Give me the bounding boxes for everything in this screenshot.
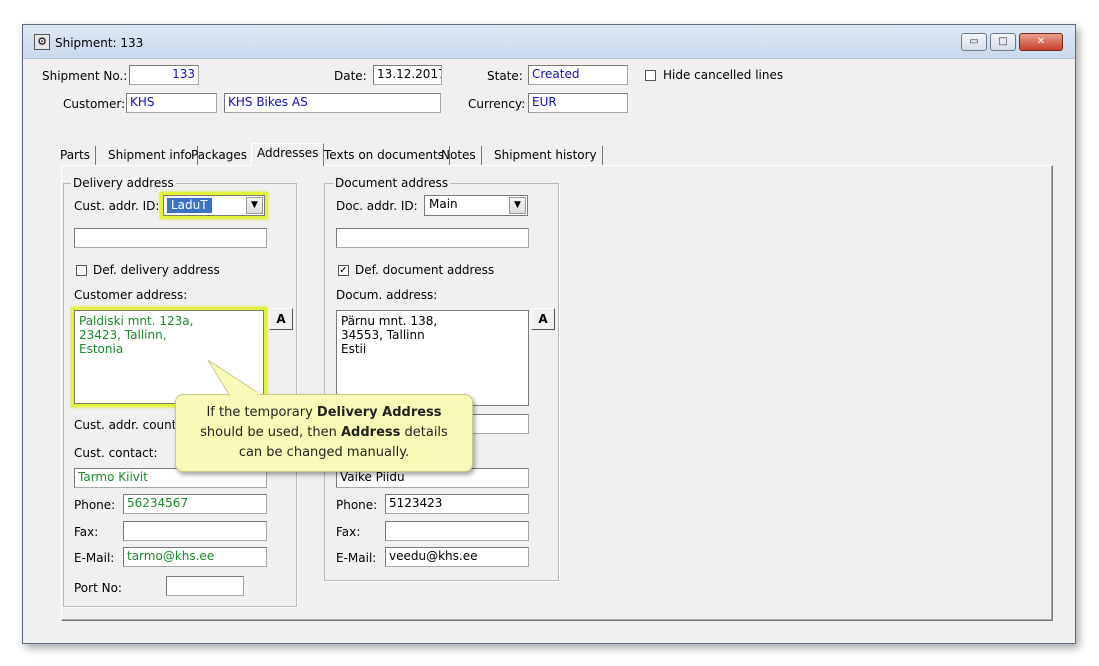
- document-phone-label: Phone:: [336, 498, 378, 512]
- cust-contact-label: Cust. contact:: [74, 446, 158, 460]
- port-no-field[interactable]: [166, 576, 244, 596]
- def-delivery-label: Def. delivery address: [93, 263, 220, 277]
- chevron-down-icon[interactable]: ▼: [509, 197, 526, 214]
- delivery-email-field[interactable]: tarmo@khs.ee: [123, 547, 267, 567]
- tab-packages[interactable]: Packages: [186, 146, 253, 166]
- callout-text: should be used, then: [200, 425, 341, 440]
- callout-bold-text: Delivery Address: [316, 405, 442, 420]
- tab-addresses[interactable]: Addresses: [251, 143, 325, 166]
- delivery-address-a-button[interactable]: A: [269, 308, 293, 330]
- document-fax-field[interactable]: [385, 521, 529, 541]
- delivery-fax-field[interactable]: [123, 521, 267, 541]
- def-document-checkbox[interactable]: ✓: [338, 265, 349, 276]
- callout-pointer: [207, 359, 262, 397]
- def-delivery-checkbox[interactable]: [76, 265, 87, 276]
- port-no-label: Port No:: [74, 581, 122, 595]
- customer-label: Customer:: [63, 97, 126, 111]
- delivery-extra-field[interactable]: [74, 228, 267, 248]
- currency-field[interactable]: EUR: [528, 93, 628, 113]
- document-extra-field[interactable]: [336, 228, 529, 248]
- close-button[interactable]: ✕: [1019, 33, 1063, 51]
- app-icon: ⚙: [34, 34, 50, 50]
- date-label: Date:: [334, 69, 367, 83]
- customer-address-label: Customer address:: [74, 288, 188, 302]
- doc-addr-id-dropdown[interactable]: Main ▼: [424, 195, 528, 216]
- cust-addr-id-label: Cust. addr. ID:: [74, 199, 160, 213]
- callout-text: If the temporary: [206, 405, 317, 420]
- document-address-title: Document address: [333, 176, 451, 190]
- callout-bold-text: Address: [340, 425, 401, 440]
- state-field[interactable]: Created: [528, 65, 628, 85]
- callout-text: details: [400, 425, 448, 440]
- delivery-email-label: E-Mail:: [74, 551, 115, 565]
- cust-addr-id-dropdown[interactable]: LaduT ▼: [163, 195, 265, 216]
- document-phone-field[interactable]: 5123423: [385, 494, 529, 514]
- shipment-window: ⚙ Shipment: 133 ▭ □ ✕ Shipment No.: 133 …: [22, 24, 1076, 644]
- state-label: State:: [487, 69, 523, 83]
- def-document-label: Def. document address: [355, 263, 495, 277]
- document-fax-label: Fax:: [336, 525, 361, 539]
- customer-name-field[interactable]: KHS Bikes AS: [224, 93, 441, 113]
- delivery-address-title: Delivery address: [71, 176, 176, 190]
- minimize-button[interactable]: ▭: [961, 33, 987, 51]
- shipment-no-label: Shipment No.:: [42, 69, 128, 83]
- delivery-phone-field[interactable]: 56234567: [123, 494, 267, 514]
- document-email-label: E-Mail:: [336, 551, 377, 565]
- callout-line-3: can be changed manually.: [238, 445, 410, 460]
- date-field[interactable]: 13.12.2017: [373, 65, 442, 85]
- maximize-button[interactable]: □: [990, 33, 1016, 51]
- customer-code-field[interactable]: KHS: [126, 93, 217, 113]
- doc-addr-id-value: Main: [429, 197, 458, 211]
- cust-addr-id-value: LaduT: [167, 198, 212, 213]
- tab-notes[interactable]: Notes: [436, 146, 482, 166]
- hide-cancelled-label: Hide cancelled lines: [663, 68, 784, 82]
- help-callout: If the temporary Delivery Address should…: [175, 394, 473, 472]
- title-bar[interactable]: ⚙ Shipment: 133 ▭ □ ✕: [23, 25, 1075, 59]
- delivery-phone-label: Phone:: [74, 498, 116, 512]
- callout-line-2: should be used, then Address details: [176, 423, 472, 443]
- tab-shipment-info[interactable]: Shipment info: [103, 146, 198, 166]
- callout-line-1: If the temporary Delivery Address: [176, 403, 472, 423]
- document-address-a-button[interactable]: A: [531, 308, 555, 330]
- tab-parts[interactable]: Parts: [55, 146, 96, 166]
- delivery-fax-label: Fax:: [74, 525, 99, 539]
- currency-label: Currency:: [468, 97, 526, 111]
- tab-shipment-history[interactable]: Shipment history: [489, 146, 603, 166]
- document-email-field[interactable]: veedu@khs.ee: [385, 547, 529, 567]
- window-title: Shipment: 133: [55, 36, 144, 50]
- doc-addr-id-label: Doc. addr. ID:: [336, 199, 418, 213]
- tab-texts-on-documents[interactable]: Texts on documents: [319, 146, 450, 166]
- shipment-no-field[interactable]: 133: [129, 65, 199, 85]
- chevron-down-icon[interactable]: ▼: [246, 197, 263, 214]
- docum-address-label: Docum. address:: [336, 288, 438, 302]
- hide-cancelled-checkbox[interactable]: [645, 70, 656, 81]
- docum-address-textarea[interactable]: Pärnu mnt. 138, 34553, Tallinn Estii: [336, 310, 529, 406]
